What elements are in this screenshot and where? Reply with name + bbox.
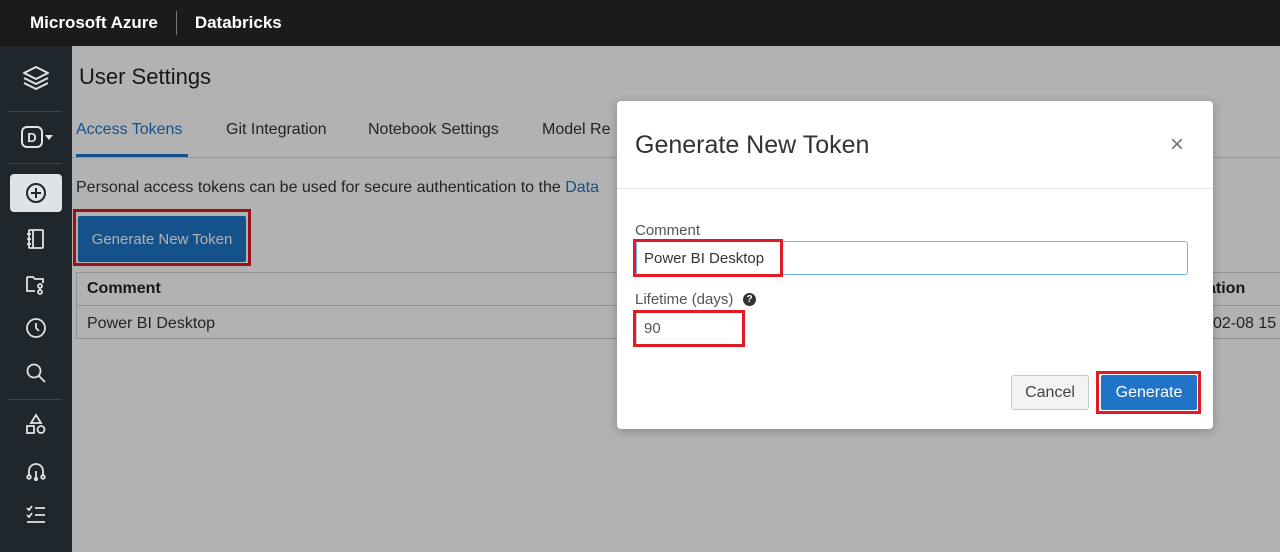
brand-label[interactable]: Microsoft Azure (0, 13, 176, 33)
dialog-divider (617, 188, 1213, 189)
notebook-icon[interactable] (10, 220, 62, 258)
search-icon[interactable] (10, 354, 62, 392)
lifetime-label: Lifetime (days) (635, 291, 734, 308)
cancel-button[interactable]: Cancel (1011, 375, 1089, 410)
side-nav: D (0, 46, 72, 552)
stack-icon[interactable] (10, 60, 62, 98)
nav-divider (8, 399, 62, 400)
highlight-box (633, 310, 745, 347)
highlight-box (633, 239, 783, 277)
top-bar: Microsoft Azure Databricks (0, 0, 1280, 46)
svg-text:D: D (27, 130, 36, 145)
repos-icon[interactable] (10, 265, 62, 303)
create-plus-icon[interactable] (10, 174, 62, 212)
close-icon[interactable]: × (1170, 131, 1184, 159)
hierarchy-icon[interactable] (10, 451, 62, 489)
highlight-box (1096, 371, 1201, 414)
checklist-icon[interactable] (10, 495, 62, 533)
generate-token-dialog: Generate New Token × Comment Lifetime (d… (617, 101, 1213, 429)
help-icon[interactable]: ? (743, 293, 756, 306)
dialog-title: Generate New Token (635, 131, 870, 159)
comment-label: Comment (635, 222, 701, 239)
recents-clock-icon[interactable] (10, 309, 62, 347)
nav-divider (8, 111, 62, 112)
workspace-switcher-icon[interactable]: D (10, 118, 62, 156)
product-label[interactable]: Databricks (177, 13, 282, 33)
shapes-icon[interactable] (10, 405, 62, 443)
nav-divider (8, 163, 62, 164)
